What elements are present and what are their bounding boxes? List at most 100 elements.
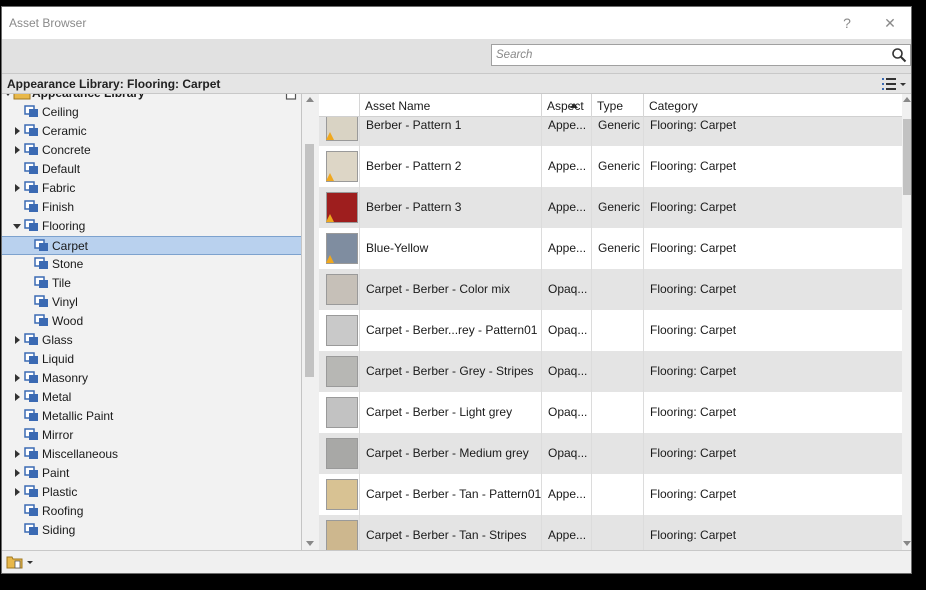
asset-category-cell: Flooring: Carpet	[650, 323, 737, 337]
header-asset-name[interactable]: Asset Name	[360, 94, 578, 117]
tree-item-label: Tile	[52, 276, 71, 290]
asset-row[interactable]: Carpet - Berber - Grey - Stripes Opaq... F…	[319, 351, 902, 392]
asset-aspect-cell: Opaq...	[542, 351, 592, 392]
asset-row[interactable]: Carpet - Berber - Medium grey Opaq... Floo…	[319, 433, 902, 474]
scroll-up-arrow-icon[interactable]	[306, 97, 314, 102]
asset-row[interactable]: Carpet - Berber - Light grey Opaq... Floor…	[319, 392, 902, 433]
grid-scroll-up-arrow-icon[interactable]	[903, 97, 911, 102]
asset-grid: Asset Name Aspect Type Category Berber -…	[319, 94, 902, 550]
asset-aspect-cell: Opaq...	[542, 392, 592, 433]
asset-thumbnail-cell	[319, 117, 360, 146]
tree-item-liquid[interactable]: Liquid	[2, 350, 301, 369]
tree-item-metal[interactable]: Metal	[2, 388, 301, 407]
tree-item-label: Concrete	[42, 143, 91, 157]
tree-root-appearance-library[interactable]: Appearance Library	[2, 94, 301, 103]
library-path-bar: Appearance Library: Flooring: Carpet	[2, 73, 911, 94]
tree-item-glass[interactable]: Glass	[2, 331, 301, 350]
tree-item-finish[interactable]: Finish	[2, 198, 301, 217]
tree-item-carpet[interactable]: Carpet	[2, 236, 301, 255]
tree-expand-arrow-icon[interactable]	[15, 127, 20, 135]
tree-item-roofing[interactable]: Roofing	[2, 502, 301, 521]
header-type[interactable]: Type	[592, 94, 644, 117]
tree-item-label: Siding	[42, 523, 76, 537]
tree-item-flooring[interactable]: Flooring	[2, 217, 301, 236]
tree-item-fabric[interactable]: Fabric	[2, 179, 301, 198]
tree-item-vinyl[interactable]: Vinyl	[2, 293, 301, 312]
tree-item-stone[interactable]: Stone	[2, 255, 301, 274]
tree-item-masonry[interactable]: Masonry	[2, 369, 301, 388]
asset-row[interactable]: Carpet - Berber - Color mix Opaq... Floori…	[319, 269, 902, 310]
library-category-icon	[24, 523, 38, 535]
scroll-down-arrow-icon[interactable]	[306, 541, 314, 546]
asset-row[interactable]: Blue-Yellow Appe... Generic Flooring: Carpe…	[319, 228, 902, 269]
asset-aspect-cell: Appe...	[542, 187, 592, 228]
header-aspect[interactable]: Aspect	[542, 94, 592, 117]
tree-expand-arrow-icon[interactable]	[15, 488, 20, 496]
asset-category-cell: Flooring: Carpet	[650, 118, 737, 132]
tree-scrollbar[interactable]	[303, 94, 316, 550]
tree-expand-arrow-icon[interactable]	[15, 374, 20, 382]
asset-swatch	[326, 520, 358, 550]
asset-name-cell: Berber - Pattern 3	[360, 187, 542, 228]
search-icon[interactable]	[891, 47, 907, 63]
tree-item-label: Liquid	[42, 352, 75, 366]
tree-item-siding[interactable]: Siding	[2, 521, 301, 540]
library-category-icon	[24, 390, 38, 402]
tree-item-ceramic[interactable]: Ceramic	[2, 122, 301, 141]
asset-row[interactable]: Carpet - Berber...rey - Pattern01 Opaq...…	[319, 310, 902, 351]
grid-scrollbar-thumb[interactable]	[903, 119, 911, 195]
tree-item-wood[interactable]: Wood	[2, 312, 301, 331]
tree-item-tile[interactable]: Tile	[2, 274, 301, 293]
tree-expand-arrow-icon[interactable]	[15, 146, 20, 154]
asset-name-cell: Carpet - Berber - Light grey	[360, 392, 542, 433]
asset-category-cell: Flooring: Carpet	[650, 159, 737, 173]
tree-item-mirror[interactable]: Mirror	[2, 426, 301, 445]
asset-row[interactable]: Berber - Pattern 3 Appe... Generic Flooring…	[319, 187, 902, 228]
tree-scrollbar-thumb[interactable]	[305, 144, 314, 377]
asset-type-cell	[592, 269, 644, 310]
asset-swatch	[326, 274, 358, 305]
library-category-icon	[34, 257, 48, 269]
asset-name-cell: Blue-Yellow	[360, 228, 542, 269]
grid-scroll-down-arrow-icon[interactable]	[903, 541, 911, 546]
asset-thumbnail-cell	[319, 515, 360, 550]
asset-row[interactable]: Berber - Pattern 1 Appe... Generic Flooring…	[319, 117, 902, 146]
tree-item-label: Wood	[52, 314, 84, 328]
asset-category-cell: Flooring: Carpet	[650, 528, 737, 542]
search-input[interactable]	[492, 45, 888, 65]
close-button[interactable]: ✕	[870, 11, 910, 35]
library-category-icon	[24, 466, 38, 478]
asset-swatch	[326, 397, 358, 428]
status-bar	[2, 550, 911, 573]
library-manager-icon[interactable]	[6, 554, 36, 570]
tree-item-miscellaneous[interactable]: Miscellaneous	[2, 445, 301, 464]
asset-name-cell: Carpet - Berber...rey - Pattern01	[360, 310, 542, 351]
library-category-icon	[24, 181, 38, 193]
header-category[interactable]: Category	[644, 94, 902, 117]
asset-type-cell	[592, 474, 644, 515]
asset-row[interactable]: Carpet - Berber - Tan - Stripes Appe... Fl…	[319, 515, 902, 550]
help-button[interactable]: ?	[827, 11, 867, 35]
tree-item-default[interactable]: Default	[2, 160, 301, 179]
tree-item-metallic-paint[interactable]: Metallic Paint	[2, 407, 301, 426]
tree-item-plastic[interactable]: Plastic	[2, 483, 301, 502]
search-box[interactable]	[491, 44, 911, 66]
asset-row[interactable]: Carpet - Berber - Tan - Pattern01 Appe...…	[319, 474, 902, 515]
asset-row[interactable]: Berber - Pattern 2 Appe... Generic Flooring…	[319, 146, 902, 187]
asset-type-cell	[592, 515, 644, 550]
tree-expand-arrow-icon[interactable]	[15, 393, 20, 401]
window-title: Asset Browser	[9, 16, 87, 30]
tree-item-paint[interactable]: Paint	[2, 464, 301, 483]
view-options-list-icon[interactable]	[878, 75, 908, 93]
tree-item-concrete[interactable]: Concrete	[2, 141, 301, 160]
header-thumbnail[interactable]	[319, 94, 360, 117]
tree-expand-arrow-icon[interactable]	[15, 336, 20, 344]
grid-scrollbar[interactable]	[902, 94, 911, 550]
tree-expand-arrow-icon[interactable]	[15, 469, 20, 477]
tree-expand-arrow-icon[interactable]	[15, 184, 20, 192]
tree-item-ceiling[interactable]: Ceiling	[2, 103, 301, 122]
tree-expand-arrow-icon[interactable]	[15, 450, 20, 458]
library-category-icon	[24, 504, 38, 516]
tree-expand-arrow-icon[interactable]	[4, 94, 12, 96]
tree-collapse-arrow-icon[interactable]	[13, 224, 21, 229]
